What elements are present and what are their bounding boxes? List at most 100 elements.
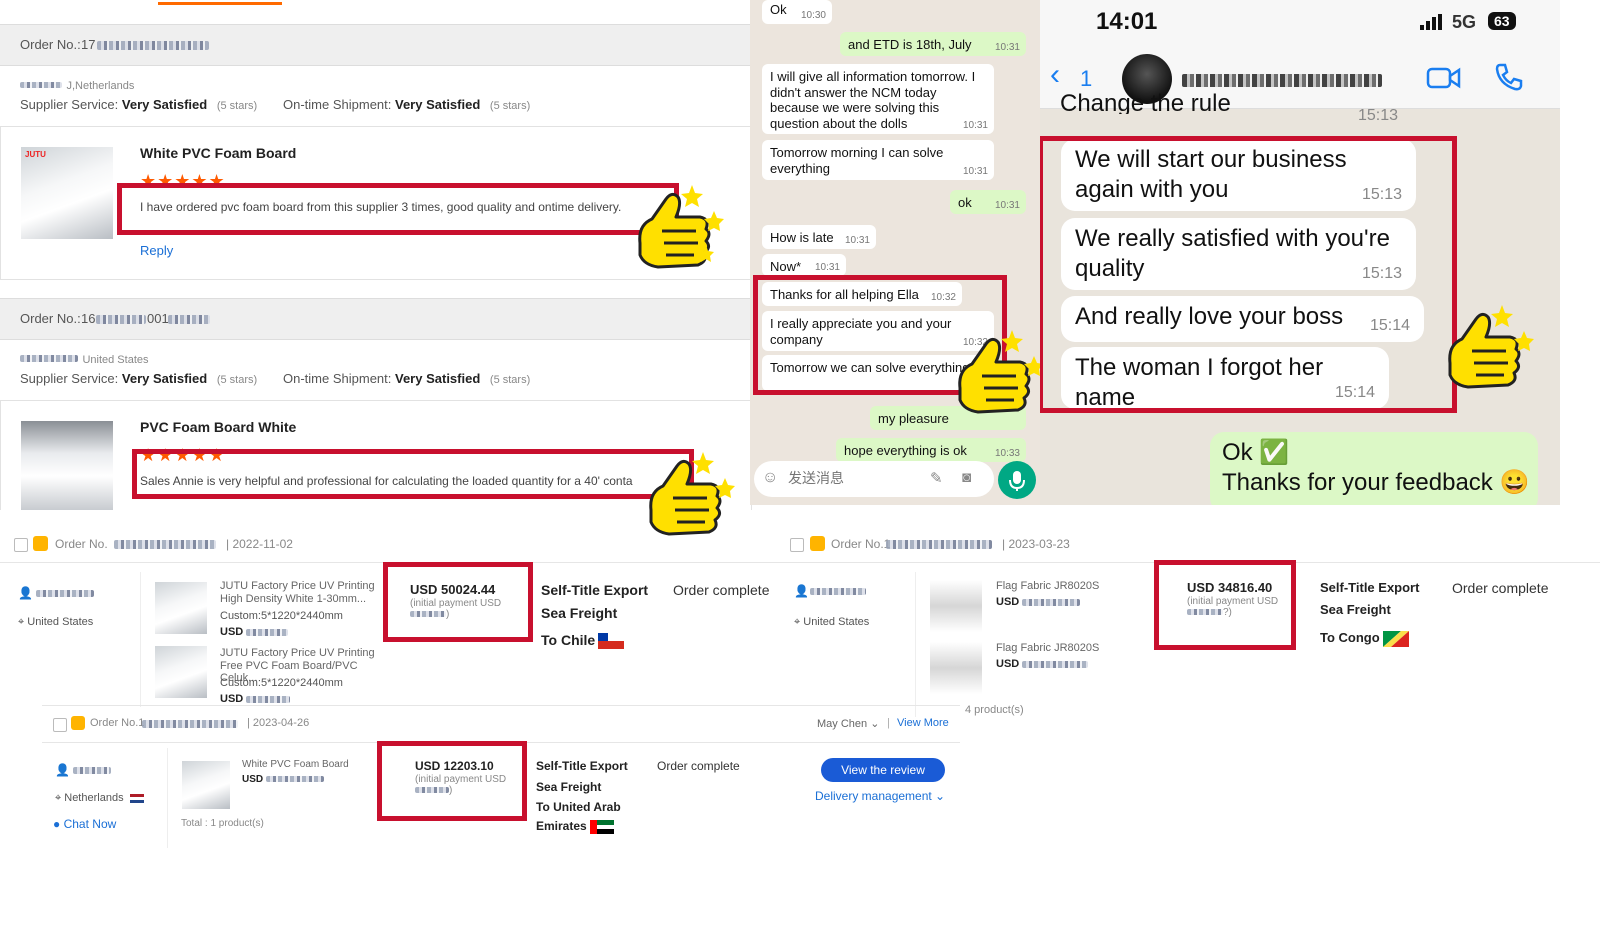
order-card: Order No.1 | 2023-03-23 👤 ⌖ United State… [780, 520, 1600, 720]
product-price: USD [996, 596, 1081, 608]
chat-now-label: Chat Now [63, 817, 117, 831]
delivery-management-link[interactable]: Delivery management ⌄ [815, 789, 945, 803]
order-amount: USD 50024.44 [410, 582, 496, 597]
battery-indicator: 63 [1488, 12, 1516, 30]
redacted-buyer [20, 81, 62, 88]
netherlands-flag-icon [129, 793, 144, 803]
order-no-label: Order No.1 [90, 717, 145, 729]
message-time: 10:31 [962, 120, 988, 131]
order-bar: Order No.: 17 [0, 24, 750, 66]
note-end: ) [446, 609, 450, 620]
message-time: 10:31 [844, 235, 870, 246]
message-input[interactable] [786, 467, 920, 491]
product-title[interactable]: PVC Foam Board White [140, 419, 296, 435]
order-bar: Order No.: 16 001 [0, 298, 750, 340]
product-thumbnail[interactable] [930, 580, 982, 632]
message-text: Change the rule [1060, 92, 1231, 114]
select-checkbox[interactable] [53, 718, 67, 732]
delivery-label: Delivery management [815, 789, 932, 803]
reply-line-1: Ok ✅ [1222, 439, 1290, 466]
note: (initial payment USD [1187, 596, 1279, 607]
redacted-amount [410, 611, 446, 618]
congo-flag-icon [1382, 630, 1409, 647]
destination: To Chile [541, 632, 625, 650]
product-spec: Custom:5*1220*2440mm [220, 610, 343, 622]
shipment-rating: On-time Shipment: Very Satisfied (5 star… [283, 371, 530, 386]
reply-link[interactable]: Reply [140, 243, 173, 258]
chat-message: I will give all information tomorrow. I … [762, 64, 994, 134]
value: Very Satisfied [121, 371, 208, 386]
buyer-info: J,Netherlands [20, 76, 134, 94]
video-call-icon[interactable] [1426, 66, 1462, 90]
product-thumbnail[interactable] [930, 642, 982, 694]
product-thumbnail[interactable] [155, 582, 207, 634]
order-date: | 2023-04-26 [247, 717, 310, 729]
thumbs-up-icon [638, 185, 724, 269]
order-status: Order complete [657, 759, 740, 773]
buyer-country: United States [82, 354, 149, 366]
order-amount: USD 12203.10 [415, 759, 494, 773]
order-date: | 2023-03-23 [1002, 537, 1070, 551]
label: Supplier Service: [20, 371, 119, 386]
view-more-link[interactable]: View More [897, 717, 949, 729]
redacted-order-number [97, 41, 209, 50]
emoji-icon[interactable]: ☺ [762, 469, 778, 487]
chat-now-link[interactable]: ● Chat Now [53, 817, 116, 831]
export-type: Self-Title Export [541, 582, 649, 598]
message-time: 10:33 [994, 448, 1020, 459]
redacted-order-number [886, 540, 992, 549]
product-title[interactable]: White PVC Foam Board [242, 759, 349, 770]
seller-name[interactable]: May Chen ⌄ [817, 717, 879, 730]
destination-line-1: To United Arab [536, 800, 621, 814]
product-price: USD [220, 626, 289, 638]
payment-note: (initial payment USD) [415, 774, 506, 796]
select-checkbox[interactable] [14, 538, 28, 552]
phone-call-icon[interactable] [1494, 62, 1524, 92]
user-icon: 👤 [794, 584, 809, 598]
product-title[interactable]: JUTU Factory Price UV Printing High Dens… [220, 580, 375, 605]
product-thumbnail[interactable] [155, 646, 207, 698]
divider [167, 748, 168, 848]
gold-supplier-icon [71, 716, 85, 730]
product-title[interactable]: Flag Fabric JR8020S [996, 580, 1099, 592]
network-type: 5G [1452, 12, 1477, 32]
message-text: Ok [770, 2, 787, 17]
message-time: 15:13 [1358, 107, 1399, 124]
destination: To Congo [1320, 630, 1409, 647]
stars-count: (5 stars) [489, 100, 531, 112]
seller: May Chen [817, 718, 868, 730]
product-count: 4 product(s) [965, 704, 1024, 716]
chat-message: Now* 10:31 [762, 254, 846, 276]
redacted-amount [415, 787, 449, 794]
mic-button[interactable] [998, 461, 1036, 499]
label: On-time Shipment: [283, 371, 392, 386]
destination-line-2: Emirates [536, 819, 614, 834]
attach-icon[interactable]: ✎ [930, 469, 943, 487]
product-thumbnail[interactable] [182, 761, 230, 809]
divider [140, 572, 141, 707]
status-clock: 14:01 [1096, 8, 1158, 35]
back-count[interactable]: 1 [1080, 66, 1092, 92]
supplier-service-rating: Supplier Service: Very Satisfied (5 star… [20, 371, 257, 386]
buyer-info: United States [20, 350, 149, 368]
currency: USD [996, 596, 1020, 608]
back-chevron-icon[interactable]: ‹ [1050, 58, 1060, 92]
destination-text: Emirates [536, 819, 587, 833]
payment-note: (initial payment USD?) [1187, 596, 1278, 618]
product-title[interactable]: White PVC Foam Board [140, 145, 296, 161]
value: Very Satisfied [395, 371, 481, 386]
camera-icon[interactable]: ◙ [962, 469, 971, 486]
whatsapp-phone-panel: 14:01 5G 63 ‹ 1 Change the rule 15:13 We… [1040, 0, 1560, 505]
view-review-button[interactable]: View the review [821, 758, 945, 782]
message-text: How is late [770, 230, 834, 245]
highlight-box [132, 449, 694, 499]
select-checkbox[interactable] [790, 538, 804, 552]
note: (initial payment USD [410, 598, 502, 609]
message-text: Tomorrow morning I can solve everything [770, 145, 944, 176]
divider [915, 572, 916, 717]
redacted-buyer [20, 355, 78, 363]
product-title[interactable]: Flag Fabric JR8020S [996, 642, 1099, 654]
redacted-buyer [36, 590, 94, 597]
buyer-country: J,Netherlands [66, 80, 135, 92]
separator: | [887, 717, 890, 729]
